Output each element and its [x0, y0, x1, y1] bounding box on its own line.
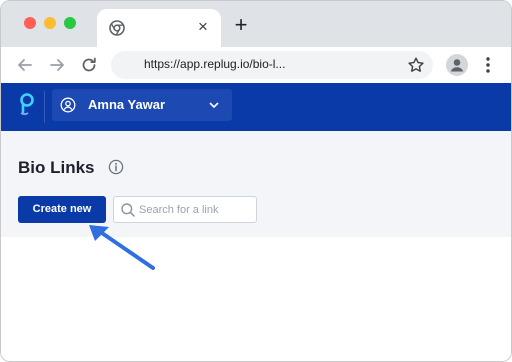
app-header: Amna Yawar — [1, 83, 511, 131]
user-icon — [60, 97, 76, 113]
address-bar[interactable]: https://app.replug.io/bio-l... — [111, 51, 433, 79]
url-text: https://app.replug.io/bio-l... — [144, 57, 286, 71]
forward-arrow-icon[interactable] — [46, 54, 68, 76]
browser-toolbar: https://app.replug.io/bio-l... — [1, 47, 511, 83]
star-icon[interactable] — [407, 56, 425, 74]
annotation-arrow — [89, 225, 155, 270]
new-tab-button[interactable]: + — [230, 14, 252, 36]
chevron-down-icon — [209, 102, 219, 108]
menu-dots-icon[interactable] — [482, 55, 494, 75]
profile-icon[interactable] — [446, 54, 468, 76]
back-arrow-icon[interactable] — [14, 54, 36, 76]
search-icon — [121, 203, 135, 217]
tab-strip: × + — [1, 1, 511, 47]
page-header-band: Bio Links Create new — [1, 131, 511, 237]
browser-window: × + https://app.replug.io/bio-l... Amna … — [0, 0, 512, 362]
reload-icon[interactable] — [78, 54, 100, 76]
close-window-button[interactable] — [24, 17, 36, 29]
browser-tab[interactable]: × — [97, 9, 221, 47]
info-icon[interactable] — [108, 159, 124, 175]
close-tab-icon[interactable]: × — [194, 18, 212, 36]
replug-logo[interactable] — [14, 91, 38, 119]
search-input[interactable] — [139, 201, 253, 219]
minimize-window-button[interactable] — [44, 17, 56, 29]
page-title: Bio Links — [18, 158, 95, 177]
maximize-window-button[interactable] — [64, 17, 76, 29]
main-content: Bio Links Create new — [1, 131, 511, 361]
workspace-name: Amna Yawar — [88, 97, 166, 112]
chrome-icon — [109, 20, 125, 36]
header-divider — [44, 91, 45, 123]
workspace-selector[interactable]: Amna Yawar — [52, 89, 232, 121]
